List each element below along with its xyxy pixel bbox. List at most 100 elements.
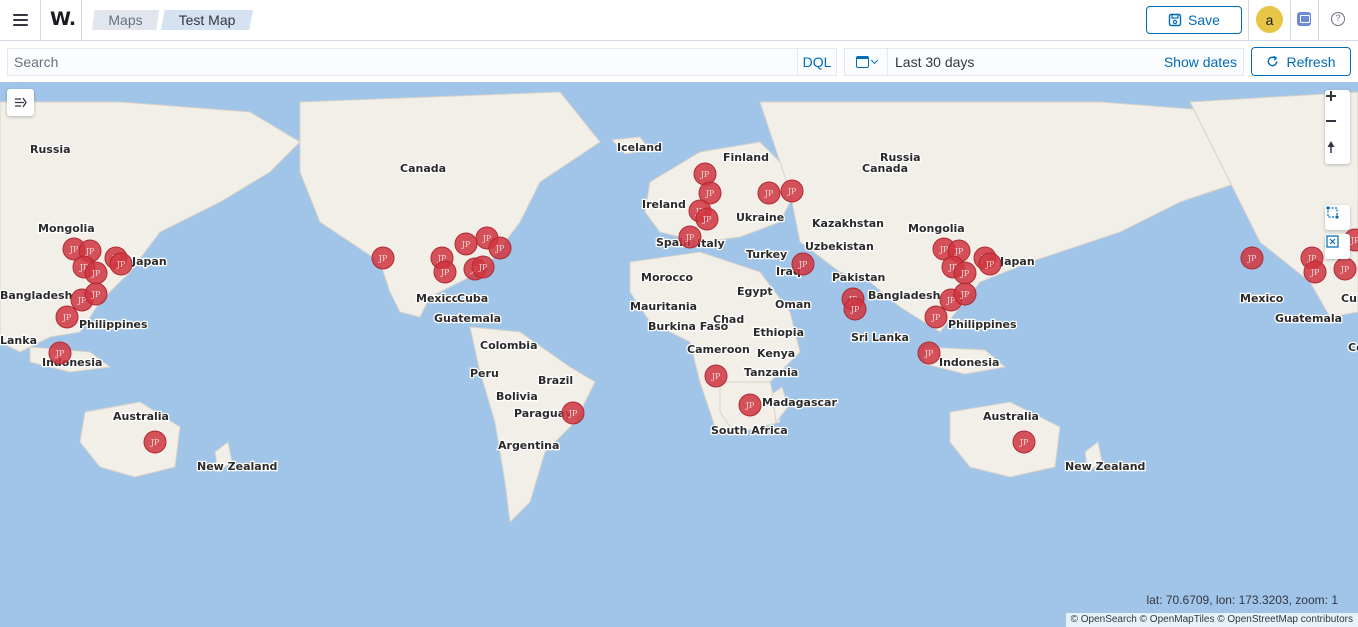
map-marker[interactable]: JP — [471, 255, 495, 279]
map-marker[interactable]: JP — [55, 305, 79, 329]
map-marker-label: JP — [1247, 254, 1257, 263]
map-marker-label: JP — [1310, 268, 1320, 277]
map-marker[interactable]: JP — [780, 179, 804, 203]
map-marker[interactable]: JP — [843, 297, 867, 321]
map-marker[interactable]: JP — [978, 252, 1002, 276]
country-label-russia: Russia — [30, 143, 71, 156]
dql-button[interactable]: DQL — [797, 48, 837, 76]
map-marker-label: JP — [960, 290, 970, 299]
country-label-bangladesh: Bangladesh — [868, 289, 940, 302]
zoom-controls — [1325, 90, 1350, 164]
country-label-cub: Cub — [1341, 292, 1358, 305]
query-bar: DQL Last 30 days Show dates Refresh — [0, 41, 1358, 82]
country-label-mexico: Mexico — [416, 292, 460, 305]
map-marker[interactable]: JP — [1303, 260, 1327, 284]
country-label-guatemala: Guatemala — [434, 312, 501, 325]
country-label-japan: Japan — [131, 255, 167, 268]
date-range-field[interactable]: Last 30 days Show dates — [888, 48, 1244, 76]
map-marker-label: JP — [85, 247, 95, 256]
map-marker[interactable]: JP — [924, 305, 948, 329]
map-marker-label: JP — [798, 260, 808, 269]
map-marker-label: JP — [91, 290, 101, 299]
map-marker[interactable]: JP — [1012, 430, 1036, 454]
search-input[interactable] — [7, 48, 797, 76]
map-marker[interactable]: JP — [433, 260, 457, 284]
map-marker[interactable]: JP — [704, 364, 728, 388]
map-marker[interactable]: JP — [109, 252, 133, 276]
zoom-out-icon[interactable] — [1325, 115, 1350, 139]
breadcrumb-maps[interactable]: Maps — [92, 10, 159, 30]
map-marker-label: JP — [924, 349, 934, 358]
map-marker-label: JP — [62, 313, 72, 322]
zoom-in-icon[interactable] — [1325, 90, 1350, 114]
help-icon[interactable]: ? — [1331, 12, 1345, 26]
show-dates-link[interactable]: Show dates — [1164, 49, 1237, 75]
header-divider — [40, 0, 41, 40]
country-label-finland: Finland — [723, 151, 769, 164]
map-marker[interactable]: JP — [693, 162, 717, 186]
save-label: Save — [1188, 12, 1220, 28]
country-label-mongolia: Mongolia — [38, 222, 95, 235]
world-map: Russia Canada Mongolia Japan Bangladesh Phili… — [0, 91, 1358, 524]
map-canvas[interactable]: Russia Canada Mongolia Japan Bangladesh Phili… — [0, 82, 1358, 627]
country-label-australia: Australia — [983, 410, 1039, 423]
map-marker[interactable]: JP — [561, 401, 585, 425]
map-attribution: © OpenSearch © OpenMapTiles © OpenStreet… — [1065, 613, 1358, 627]
country-label-peru: Peru — [470, 367, 499, 380]
refresh-button[interactable]: Refresh — [1251, 47, 1351, 76]
header-divider — [1248, 0, 1249, 40]
map-marker[interactable]: JP — [757, 181, 781, 205]
map-marker[interactable]: JP — [791, 252, 815, 276]
user-avatar[interactable]: a — [1256, 6, 1283, 33]
map-marker[interactable]: JP — [917, 341, 941, 365]
map-marker[interactable]: JP — [84, 261, 108, 285]
country-label-argentina: Argentina — [498, 439, 559, 452]
country-label-ireland: Ireland — [642, 198, 686, 211]
country-label-australia: Australia — [113, 410, 169, 423]
notification-icon[interactable] — [1297, 12, 1311, 26]
map-marker[interactable]: JP — [371, 246, 395, 270]
date-quick-select[interactable] — [844, 48, 888, 76]
map-marker[interactable]: JP — [488, 236, 512, 260]
menu-icon[interactable] — [8, 8, 32, 32]
map-marker-label: JP — [482, 234, 492, 243]
country-label-turkey: Turkey — [746, 248, 787, 261]
country-label-co: Co — [1348, 341, 1358, 354]
app-logo[interactable]: W. — [50, 8, 76, 30]
map-marker[interactable]: JP — [143, 430, 167, 454]
map-marker[interactable]: JP — [48, 341, 72, 365]
country-label-brazil: Brazil — [538, 374, 573, 387]
map-marker-label: JP — [954, 247, 964, 256]
map-marker-label: JP — [478, 263, 488, 272]
country-label-cameroon: Cameroon — [687, 343, 750, 356]
map-marker-label: JP — [787, 187, 797, 196]
country-label-new-zealand: New Zealand — [1065, 460, 1145, 473]
map-marker[interactable]: JP — [953, 282, 977, 306]
country-label-oman: Oman — [775, 298, 811, 311]
layers-icon[interactable] — [7, 89, 34, 116]
map-marker[interactable]: JP — [454, 232, 478, 256]
country-label-japan: Japan — [999, 255, 1035, 268]
country-label-indonesia: Indonesia — [939, 356, 999, 369]
map-marker-label: JP — [1019, 438, 1029, 447]
map-marker[interactable]: JP — [678, 225, 702, 249]
map-marker[interactable]: JP — [953, 261, 977, 285]
map-marker-label: JP — [764, 189, 774, 198]
country-label-madagascar: Madagascar — [762, 396, 837, 409]
save-button[interactable]: Save — [1146, 6, 1242, 34]
map-marker[interactable]: JP — [695, 207, 719, 231]
map-marker[interactable]: JP — [1333, 257, 1357, 281]
map-marker-label: JP — [850, 305, 860, 314]
map-marker-label: JP — [931, 313, 941, 322]
draw-shape-icon[interactable] — [1325, 205, 1350, 230]
top-header: W. Maps Test Map Save a ? — [0, 0, 1358, 41]
country-label-new-zealand: New Zealand — [197, 460, 277, 473]
map-marker-label: JP — [69, 245, 79, 254]
map-marker[interactable]: JP — [84, 282, 108, 306]
map-marker-label: JP — [91, 269, 101, 278]
map-marker[interactable]: JP — [1240, 246, 1264, 270]
country-label-colombia: Colombia — [480, 339, 538, 352]
draw-bounds-icon[interactable] — [1325, 234, 1350, 259]
map-marker[interactable]: JP — [738, 393, 762, 417]
compass-icon[interactable] — [1325, 140, 1350, 164]
